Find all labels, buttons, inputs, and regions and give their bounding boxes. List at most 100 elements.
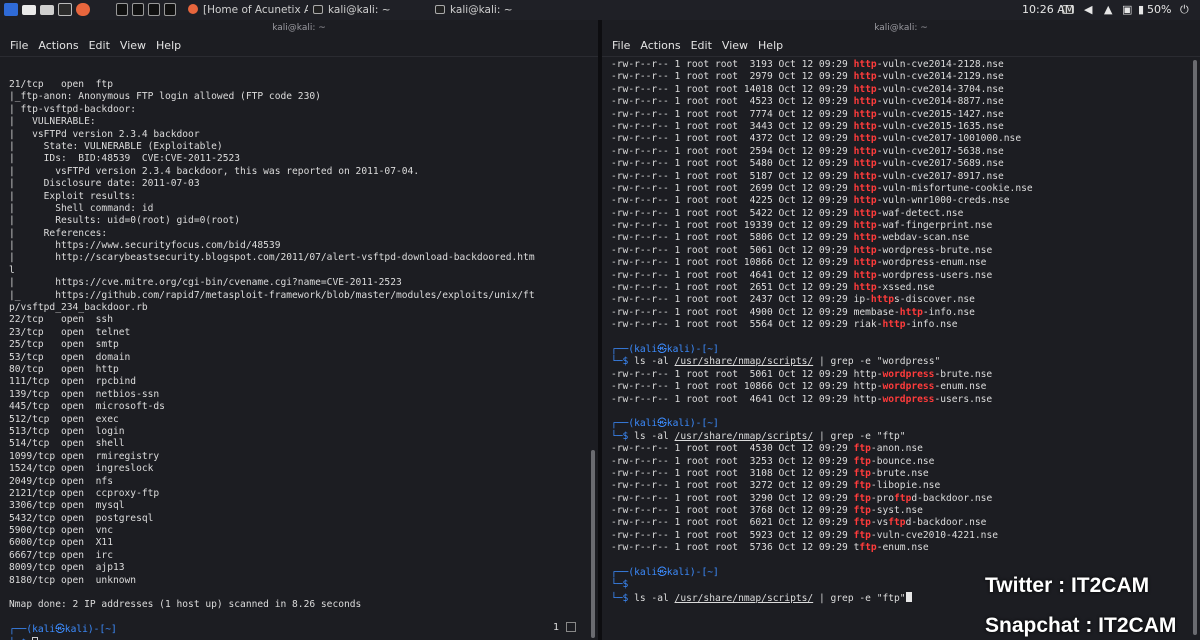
command-text: ls -al xyxy=(634,356,675,368)
scrollbar[interactable] xyxy=(591,450,595,638)
output-line: -rw-r--r-- 1 root root 4530 Oct 12 09:29… xyxy=(611,443,1186,455)
output-line: -rw-r--r-- 1 root root 6021 Oct 12 09:29… xyxy=(611,517,1186,529)
line-text: -rw-r--r-- 1 root root 2651 Oct 12 09:29 xyxy=(611,282,854,294)
task-firefox[interactable]: [Home of Acunetix Art - xyxy=(203,2,308,18)
menu-view[interactable]: View xyxy=(722,36,748,56)
output-line: -rw-r--r-- 1 root root 3108 Oct 12 09:29… xyxy=(611,468,1186,480)
line-text: -brute.nse xyxy=(934,368,993,380)
menu-actions[interactable]: Actions xyxy=(640,36,680,56)
command-args: | grep -e "ftp" xyxy=(813,430,906,442)
menu-help[interactable]: Help xyxy=(156,36,181,56)
match-highlight: ftp xyxy=(888,517,906,529)
twitter-watermark: Twitter : IT2CAM xyxy=(985,574,1150,597)
menu-edit[interactable]: Edit xyxy=(691,36,712,56)
snapchat-watermark: Snapchat : IT2CAM xyxy=(985,614,1177,637)
workspace-3-icon[interactable] xyxy=(148,3,160,16)
menu-file[interactable]: File xyxy=(10,36,28,56)
match-highlight: http xyxy=(853,195,877,207)
line-text: -rw-r--r-- 1 root root 2699 Oct 12 09:29 xyxy=(611,182,854,194)
output-line: 139/tcp open netbios-ssn xyxy=(9,388,160,400)
output-line: -rw-r--r-- 1 root root 14018 Oct 12 09:2… xyxy=(611,84,1186,96)
match-highlight: http xyxy=(853,282,877,294)
output-line: -rw-r--r-- 1 root root 2437 Oct 12 09:29… xyxy=(611,294,1186,306)
terminal-output[interactable]: 21/tcp open ftp |_ftp-anon: Anonymous FTP… xyxy=(9,79,584,640)
line-text: -wordpress-users.nse xyxy=(876,269,993,281)
line-text: -vuln-cve2014-2129.nse xyxy=(876,71,1004,83)
command-args: | grep -e "wordpress" xyxy=(813,356,941,368)
prompt-line: ┌──(kali㉿kali)-[~] xyxy=(611,344,1186,356)
window-title: kali@kali: ~ xyxy=(874,23,928,33)
text-cursor xyxy=(32,636,39,640)
workspace-2-icon[interactable] xyxy=(132,3,144,16)
output-line: | References: xyxy=(9,227,108,239)
line-text: -rw-r--r-- 1 root root 4641 Oct 12 09:29 xyxy=(611,269,854,281)
output-line: 514/tcp open shell xyxy=(9,438,125,450)
desktop-icon[interactable] xyxy=(22,5,36,15)
line-text: -rw-r--r-- 1 root root 3108 Oct 12 09:29 xyxy=(611,467,854,479)
output-line: -rw-r--r-- 1 root root 2979 Oct 12 09:29… xyxy=(611,71,1186,83)
output-line: -rw-r--r-- 1 root root 5422 Oct 12 09:29… xyxy=(611,208,1186,220)
power-icon[interactable]: ⏻ xyxy=(1180,2,1189,18)
menu-bar: File Actions Edit View Help xyxy=(0,36,598,56)
output-line: | ftp-vsftpd-backdoor: xyxy=(9,103,137,115)
task-terminal-1[interactable]: kali@kali: ~ xyxy=(328,2,418,18)
line-text: -rw-r--r-- 1 root root 5806 Oct 12 09:29 xyxy=(611,232,854,244)
match-highlight: wordpress xyxy=(882,381,935,393)
output-line: -rw-r--r-- 1 root root 3272 Oct 12 09:29… xyxy=(611,480,1186,492)
terminal-window-right[interactable]: kali@kali: ~ File Actions Edit View Help -rw… xyxy=(602,20,1200,640)
clock[interactable]: 10:26 AM xyxy=(1022,2,1074,18)
command-args: | grep -e "ftp" xyxy=(813,592,906,604)
workspace-4-icon[interactable] xyxy=(164,3,176,16)
volume-icon[interactable]: ◀ xyxy=(1084,2,1092,18)
menu-file[interactable]: File xyxy=(612,36,630,56)
menu-edit[interactable]: Edit xyxy=(89,36,110,56)
firefox-launcher-icon[interactable] xyxy=(76,3,90,16)
match-highlight: http xyxy=(853,83,877,95)
match-highlight: http xyxy=(853,158,877,170)
line-text: -vs xyxy=(870,517,889,529)
scrollbar[interactable] xyxy=(1193,60,1197,635)
output-line: | IDs: BID:48539 CVE:CVE-2011-2523 xyxy=(9,153,241,165)
output-line: 25/tcp open smtp xyxy=(9,339,119,351)
output-line: -rw-r--r-- 1 root root 5480 Oct 12 09:29… xyxy=(611,158,1186,170)
match-highlight: http xyxy=(853,269,877,281)
match-highlight: ftp xyxy=(853,480,871,492)
match-highlight: http xyxy=(853,71,877,83)
terminal-launcher-icon[interactable] xyxy=(58,3,72,16)
terminal-icon xyxy=(435,5,445,14)
line-text: -users.nse xyxy=(934,393,993,405)
line-text: -syst.nse xyxy=(870,505,923,517)
terminal-icon xyxy=(313,5,323,14)
app-menu-icon[interactable] xyxy=(4,3,18,16)
folder-icon[interactable] xyxy=(40,5,54,15)
output-line: | vsFTPd version 2.3.4 backdoor, this wa… xyxy=(9,165,420,177)
terminal-output[interactable]: -rw-r--r-- 1 root root 3193 Oct 12 09:29… xyxy=(611,59,1186,640)
line-text: -wordpress-brute.nse xyxy=(876,244,993,256)
output-line: -rw-r--r-- 1 root root 10866 Oct 12 09:2… xyxy=(611,381,1186,393)
output-line: 1524/tcp open ingreslock xyxy=(9,463,154,475)
menu-actions[interactable]: Actions xyxy=(38,36,78,56)
match-highlight: http xyxy=(899,306,923,318)
line-text: -rw-r--r-- 1 root root 3253 Oct 12 09:29 xyxy=(611,455,854,467)
output-line: l xyxy=(9,264,15,276)
notification-icon[interactable]: ▲ xyxy=(1104,2,1112,18)
output-line: 2121/tcp open ccproxy-ftp xyxy=(9,487,160,499)
line-text: -rw-r--r-- 1 root root 5564 Oct 12 09:29… xyxy=(611,319,883,331)
menu-view[interactable]: View xyxy=(120,36,146,56)
menu-help[interactable]: Help xyxy=(758,36,783,56)
line-text: -rw-r--r-- 1 root root 4900 Oct 12 09:29… xyxy=(611,306,900,318)
task-terminal-2[interactable]: kali@kali: ~ xyxy=(450,2,540,18)
tab-indicator-icon xyxy=(566,622,576,632)
line-text: -rw-r--r-- 1 root root 7774 Oct 12 09:29 xyxy=(611,108,854,120)
prompt-symbol: └─$ xyxy=(611,430,635,442)
top-panel: [Home of Acunetix Art - kali@kali: ~ kal… xyxy=(0,0,1200,21)
workspace-1-icon[interactable] xyxy=(116,3,128,16)
output-line: | https://www.securityfocus.com/bid/4853… xyxy=(9,240,281,252)
lock-icon[interactable]: ▣ xyxy=(1122,2,1132,18)
terminal-window-left[interactable]: kali@kali: ~ File Actions Edit View Help 21/… xyxy=(0,20,598,640)
line-text: -vuln-cve2015-1635.nse xyxy=(876,120,1004,132)
line-text: -rw-r--r-- 1 root root 6021 Oct 12 09:29 xyxy=(611,517,854,529)
line-text: -vuln-cve2010-4221.nse xyxy=(870,529,998,541)
line-text: -vuln-cve2014-8877.nse xyxy=(876,96,1004,108)
